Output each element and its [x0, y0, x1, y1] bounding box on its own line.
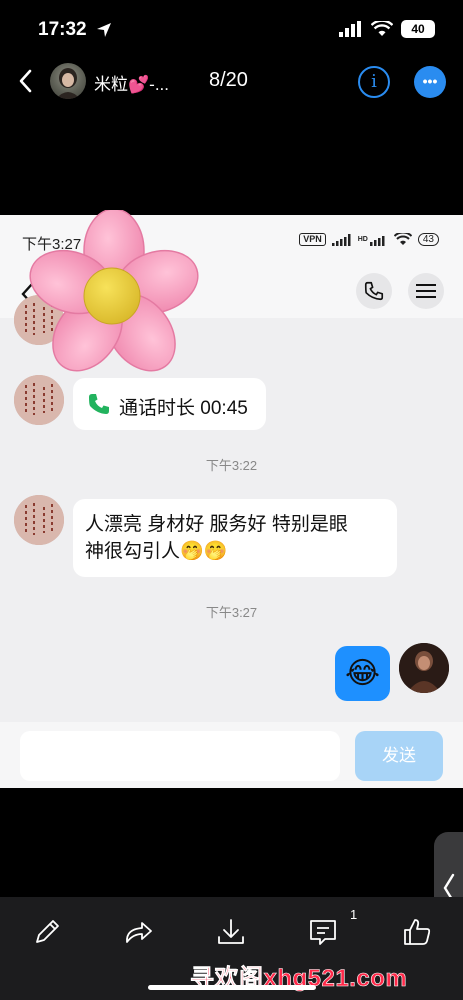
- page-counter: 8/20: [209, 69, 248, 91]
- battery-indicator: 40: [401, 20, 435, 38]
- chat-menu-button[interactable]: [408, 273, 444, 309]
- comment-icon[interactable]: [306, 915, 340, 949]
- hd-label: HD: [357, 236, 368, 243]
- message-timestamp: 下午3:22: [205, 458, 258, 473]
- download-icon[interactable]: [214, 915, 248, 949]
- screenshot-battery: 43: [417, 233, 439, 246]
- voice-call-button[interactable]: [356, 273, 392, 309]
- avatar-person-icon: [56, 68, 80, 99]
- home-indicator: [148, 985, 316, 990]
- location-arrow-icon: [97, 23, 111, 37]
- message-input[interactable]: [20, 731, 340, 781]
- wifi-icon: [371, 21, 393, 36]
- message-line: 神很勾引人🤭🤭: [85, 541, 228, 562]
- thumbs-up-icon[interactable]: [400, 915, 434, 949]
- comment-count-badge: 1: [350, 907, 358, 922]
- cellular-signal-icon: [339, 21, 361, 37]
- call-duration-bubble[interactable]: 通话时长 00:45: [73, 378, 266, 430]
- flower-sticker[interactable]: [28, 210, 203, 385]
- share-icon[interactable]: [122, 915, 156, 949]
- phone-call-icon: [89, 394, 109, 414]
- vpn-badge: VPN: [299, 233, 326, 246]
- contact-name[interactable]: 米粒💕-...: [94, 70, 169, 95]
- calligraphy-avatar-image: [14, 495, 64, 545]
- ios-status-bar: 17:32 40: [0, 0, 463, 58]
- message-input-bar: 发送: [0, 722, 463, 788]
- signal-hd-icon: [369, 235, 385, 246]
- viewer-header: 米粒💕-... 8/20 i •••: [0, 58, 463, 108]
- laughing-emoji: 😂: [344, 657, 381, 690]
- message-timestamp: 下午3:27: [205, 605, 258, 620]
- info-button[interactable]: i: [358, 66, 390, 98]
- back-chevron-icon[interactable]: [14, 66, 38, 96]
- phone-icon: [364, 281, 384, 301]
- signal-icon: [331, 233, 351, 246]
- profile-photo-image: [399, 643, 449, 693]
- send-button[interactable]: 发送: [355, 731, 443, 781]
- message-line: 人漂亮 身材好 服务好 特别是眼: [85, 514, 348, 535]
- status-time: 17:32: [38, 19, 87, 40]
- text-message-bubble[interactable]: 人漂亮 身材好 服务好 特别是眼 神很勾引人🤭🤭: [73, 499, 397, 577]
- call-duration-text: 通话时长 00:45: [119, 398, 248, 419]
- hamburger-menu-icon: [416, 284, 436, 298]
- emoji-message-bubble[interactable]: 😂: [335, 646, 390, 701]
- edit-pencil-icon[interactable]: [30, 915, 64, 949]
- own-avatar[interactable]: [399, 643, 449, 693]
- more-options-button[interactable]: •••: [414, 66, 446, 98]
- sender-avatar[interactable]: [14, 495, 64, 545]
- wifi-icon: [393, 233, 412, 245]
- contact-avatar[interactable]: [50, 63, 86, 99]
